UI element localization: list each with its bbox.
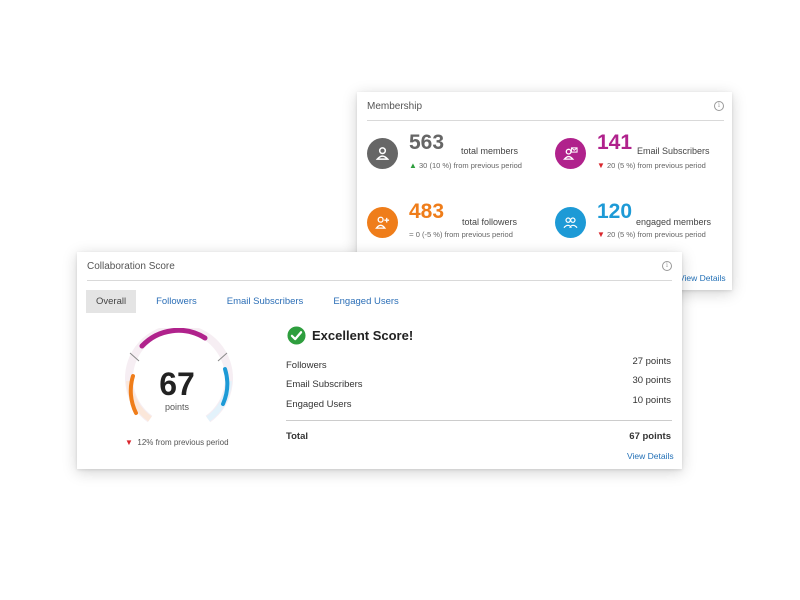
down-arrow-icon: ▼ xyxy=(597,161,605,170)
add-person-icon xyxy=(367,207,398,238)
total-members-label: total members xyxy=(461,146,519,156)
email-subscribers-value: 141 xyxy=(597,131,633,154)
score-row-followers: Followers 27 points xyxy=(286,356,671,371)
engaged-members-change: ▼ 20 (5 %) from previous period xyxy=(597,230,706,239)
group-icon xyxy=(555,207,586,238)
email-subscribers-label: Email Subscribers xyxy=(637,146,710,156)
score-row-engaged-users: Engaged Users 10 points xyxy=(286,395,671,410)
divider xyxy=(286,420,672,421)
score-change: ▼ 12% from previous period xyxy=(125,438,229,447)
score-value: 67 xyxy=(159,366,195,402)
total-followers-change: = 0 (-5 %) from previous period xyxy=(409,230,513,239)
engaged-members-label: engaged members xyxy=(636,217,712,227)
tab-followers[interactable]: Followers xyxy=(146,290,207,313)
collab-title: Collaboration Score xyxy=(87,260,175,272)
status-title: Excellent Score! xyxy=(312,328,414,343)
collab-header: Collaboration Score i xyxy=(87,252,672,281)
email-subscriber-icon xyxy=(555,138,586,169)
up-arrow-icon: ▲ xyxy=(409,161,417,170)
status-heading: Excellent Score! xyxy=(287,326,413,345)
score-row-email-subscribers: Email Subscribers 30 points xyxy=(286,375,671,390)
metric-total-followers: 483 total followers = 0 (-5 %) from prev… xyxy=(367,200,537,247)
info-icon[interactable]: i xyxy=(714,101,724,111)
tab-overall[interactable]: Overall xyxy=(86,290,137,313)
metric-total-members: 563 total members ▲ 30 (10 %) from previ… xyxy=(367,131,537,178)
down-arrow-icon: ▼ xyxy=(597,230,605,239)
total-members-change: ▲ 30 (10 %) from previous period xyxy=(409,161,522,170)
total-followers-value: 483 xyxy=(409,200,445,223)
metric-engaged-members: 120 engaged members ▼ 20 (5 %) from prev… xyxy=(555,200,725,247)
down-arrow-icon: ▼ xyxy=(125,438,133,447)
collaboration-score-card: Collaboration Score i Overall Followers … xyxy=(77,252,682,469)
check-circle-icon xyxy=(287,326,306,345)
collab-view-details-link[interactable]: View Details xyxy=(627,451,674,461)
score-tabs: Overall Followers Email Subscribers Enga… xyxy=(86,290,419,313)
equal-icon: = xyxy=(409,230,414,239)
tab-email-subscribers[interactable]: Email Subscribers xyxy=(217,290,314,313)
membership-header: Membership i xyxy=(367,92,724,121)
tab-engaged-users[interactable]: Engaged Users xyxy=(323,290,408,313)
score-row-total: Total 67 points xyxy=(286,431,671,442)
total-members-value: 563 xyxy=(409,131,445,154)
total-followers-label: total followers xyxy=(462,217,518,227)
membership-view-details-link[interactable]: View Details xyxy=(679,273,726,283)
metric-email-subscribers: 141 Email Subscribers ▼ 20 (5 %) from pr… xyxy=(555,131,725,178)
info-icon[interactable]: i xyxy=(662,261,672,271)
person-icon xyxy=(367,138,398,169)
engaged-members-value: 120 xyxy=(597,200,633,223)
email-subscribers-change: ▼ 20 (5 %) from previous period xyxy=(597,161,706,170)
membership-title: Membership xyxy=(367,100,423,112)
score-unit: points xyxy=(164,402,190,412)
